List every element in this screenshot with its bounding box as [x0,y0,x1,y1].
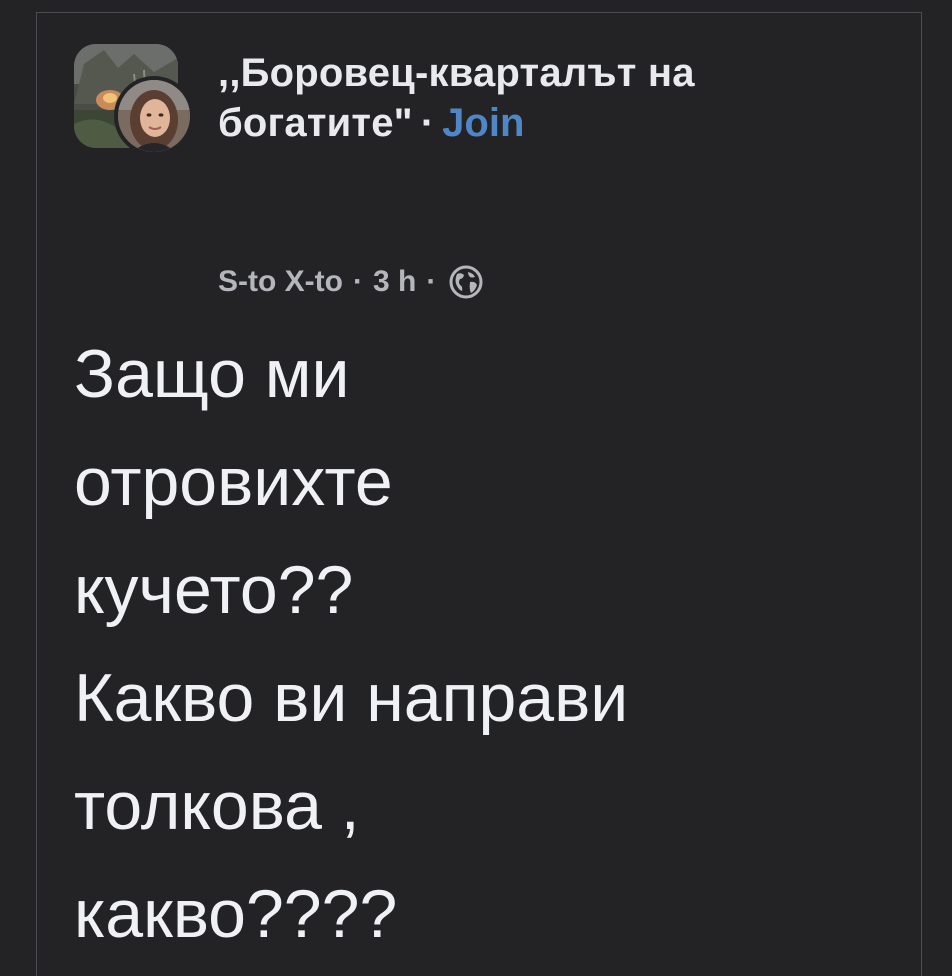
post-text-line: кучето?? [74,552,354,628]
join-group-button[interactable]: Join [442,101,524,145]
meta-separator-2: · [426,265,437,298]
post-text-line: отровихте [74,444,393,520]
post-text-line: толкова , [74,768,360,844]
post-meta: S-to X-to · 3 h · [218,260,484,304]
post-text-line: Защо ми [74,336,350,412]
post-title-block: ,,Боровец-кварталът на богатите" · Join [218,48,838,148]
post-header: ,,Боровец-кварталът на богатите" · Join S-… [74,42,894,312]
user-avatar[interactable] [114,76,194,156]
meta-separator: · [352,265,363,298]
globe-icon [448,264,484,300]
post-time[interactable]: 3 h [373,265,416,299]
user-avatar-image [118,80,190,152]
author-name[interactable]: S-to X-to [218,265,343,299]
post-text-line: Какво ви направи [74,660,629,736]
title-separator: · [420,101,435,145]
post-body: Защо ми отровихте кучето?? Какво ви напр… [74,320,894,968]
post-text-line: какво???? [74,876,398,952]
